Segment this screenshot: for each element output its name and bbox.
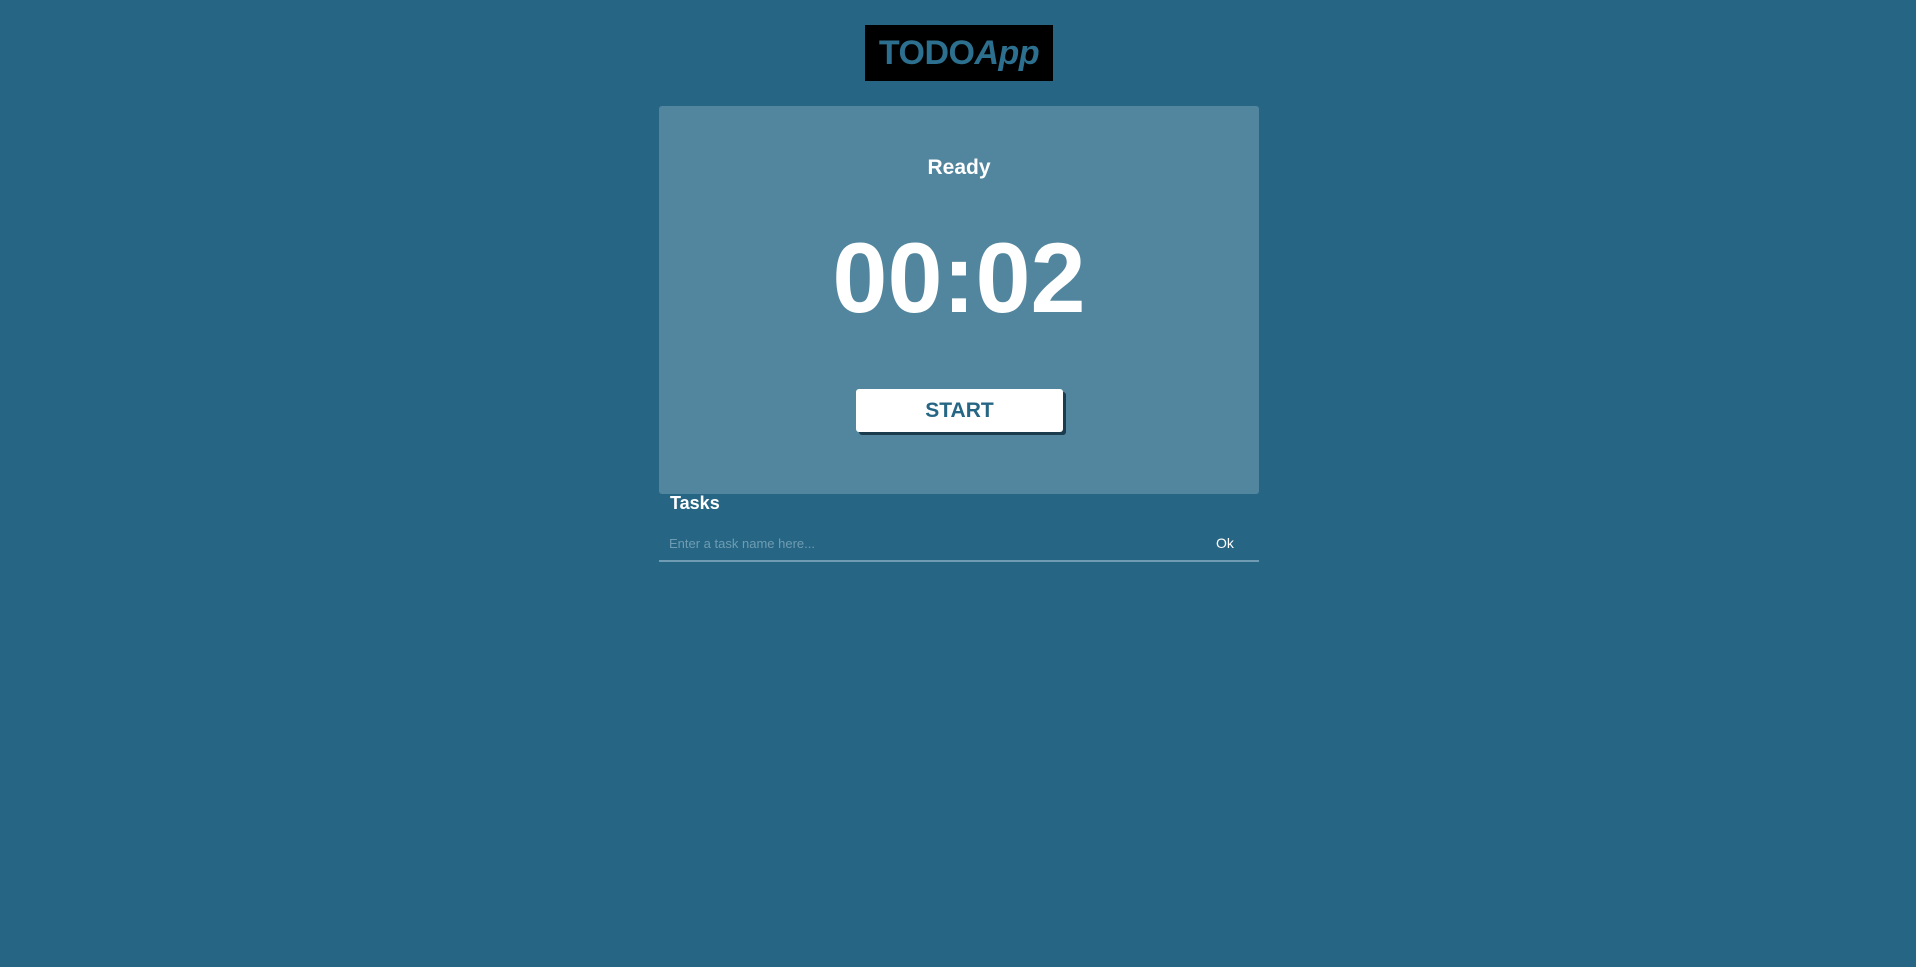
timer-display: 00:02 (832, 222, 1086, 333)
timer-card: Ready 00:02 START (659, 106, 1259, 494)
logo-todo-text: TODO (878, 33, 975, 72)
app-page: { "logo": { "todo": "TODO", "app": "App"… (0, 0, 1916, 967)
todoapp-logo: TODO App (865, 25, 1053, 81)
ok-button[interactable]: Ok (1205, 531, 1245, 555)
logo-app-text: App (974, 33, 1040, 72)
task-form: Ok (659, 527, 1259, 562)
tasks-heading: Tasks (670, 493, 720, 513)
timer-status: Ready (927, 156, 991, 179)
task-name-input[interactable] (669, 533, 1189, 553)
start-button[interactable]: START (856, 389, 1063, 432)
